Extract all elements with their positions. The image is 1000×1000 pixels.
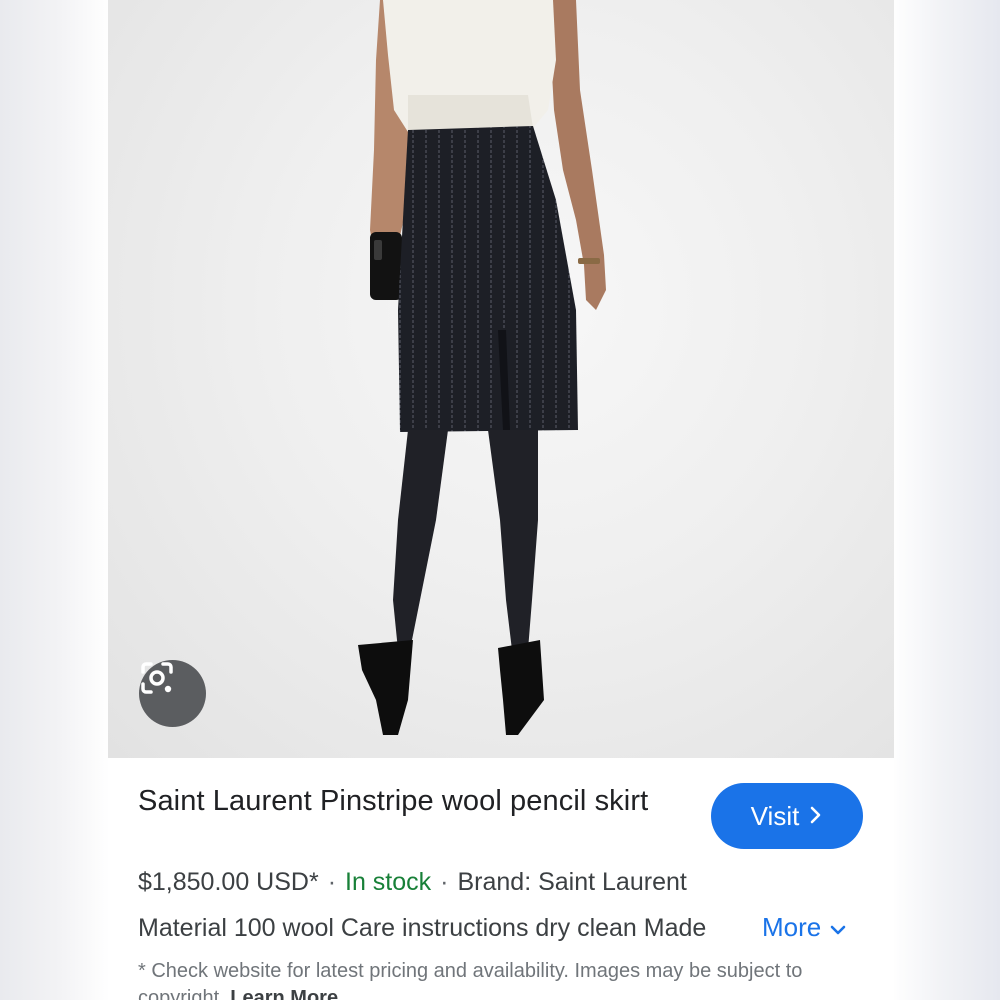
separator: · [440, 868, 449, 896]
more-button[interactable]: More [762, 912, 847, 943]
visit-label: Visit [750, 800, 800, 831]
chevron-down-icon [829, 912, 847, 943]
more-label: More [762, 912, 822, 942]
product-photo-illustration [358, 0, 606, 735]
chevron-right-icon [809, 801, 823, 832]
price: $1,850.00 USD* [138, 868, 319, 896]
visit-button[interactable]: Visit [711, 783, 863, 849]
page: Saint Laurent Pinstripe wool pencil skir… [0, 0, 1000, 1000]
disclaimer: * Check website for latest pricing and a… [138, 958, 838, 1000]
product-info-card: Saint Laurent Pinstripe wool pencil skir… [108, 758, 894, 1000]
brand: Brand: Saint Laurent [457, 868, 687, 896]
product-image[interactable] [108, 0, 894, 758]
product-description: Material 100 wool Care instructions dry … [138, 914, 707, 942]
product-meta-row: $1,850.00 USD* · In stock · Brand: Saint Lau… [138, 868, 687, 897]
separator: · [327, 868, 337, 896]
google-lens-button[interactable] [139, 660, 206, 727]
stock-status: In stock [345, 868, 432, 896]
product-title[interactable]: Saint Laurent Pinstripe wool pencil skir… [138, 782, 678, 820]
learn-more-link[interactable]: Learn More [230, 987, 338, 1000]
